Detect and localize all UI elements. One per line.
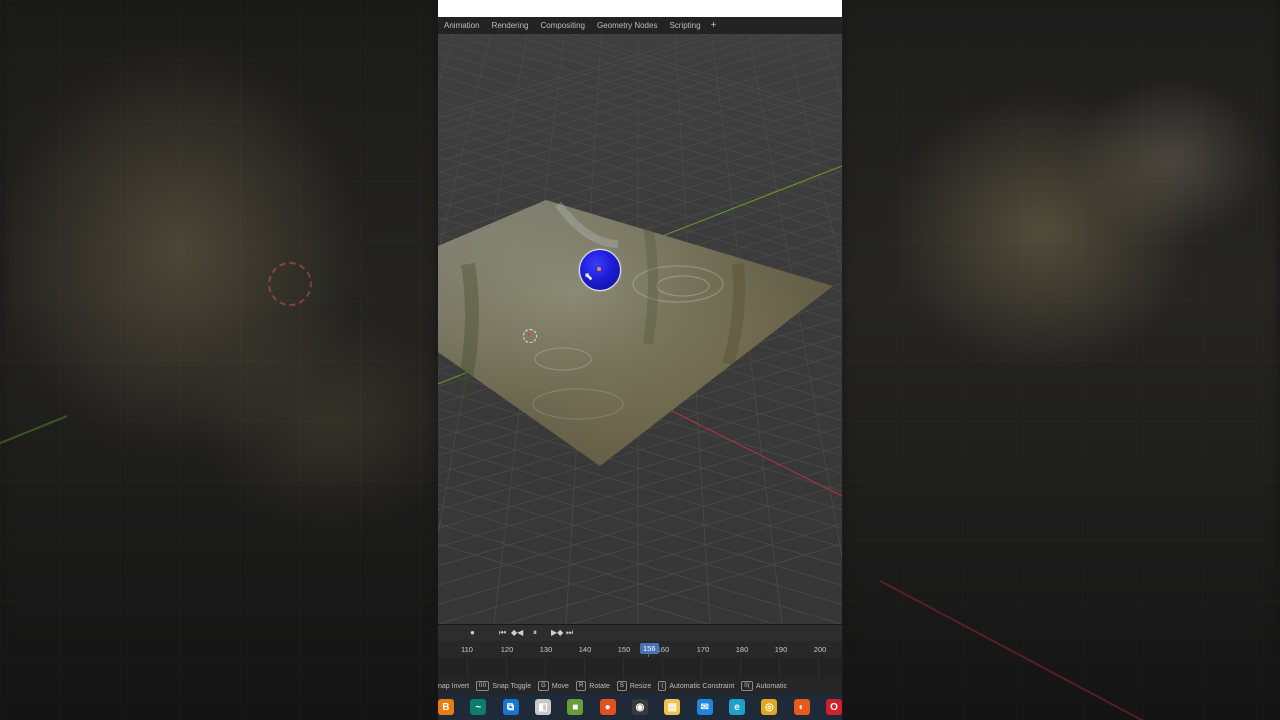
key-hint-icon: ⌷⌷ [476, 681, 490, 691]
mouse-pointer-icon: ⬉ [584, 271, 594, 283]
blurred-background-right [842, 0, 1280, 720]
background-3d-cursor-icon [268, 262, 312, 306]
status-label: nap Invert [438, 682, 470, 690]
terminal-icon[interactable]: ~ [470, 699, 487, 715]
firefox-icon[interactable]: ◐ [793, 699, 810, 715]
taskbar: B ~ ⧉ ◧ ■ ● ◉ ▤ ✉ e ◎ ◐ O [438, 694, 842, 720]
frame-tick: 160 [656, 645, 670, 654]
title-bar [438, 0, 842, 17]
background-grid [842, 0, 1280, 720]
timeline-track[interactable] [438, 657, 842, 679]
key-hint-icon: R [575, 681, 587, 691]
status-label: Automatic Constraint [669, 682, 735, 690]
jump-start-button[interactable]: ⏮ [499, 628, 506, 638]
status-label: Move [551, 682, 569, 690]
status-item: S Resize [616, 681, 652, 691]
frame-tick: 110 [461, 645, 473, 654]
explorer-icon[interactable]: ▤ [664, 699, 681, 715]
mail-icon[interactable]: ✉ [696, 699, 713, 715]
key-hint-icon: G [538, 681, 549, 691]
record-button[interactable]: ● [470, 628, 475, 638]
tab-animation[interactable]: Animation [438, 17, 486, 34]
jump-end-button[interactable]: ⏭ [566, 628, 573, 638]
status-item: ( Automatic Constraint [658, 681, 734, 691]
3d-viewport[interactable]: ⬉ [438, 34, 842, 624]
frame-tick: 180 [735, 645, 749, 654]
frame-tick: 170 [696, 645, 710, 654]
key-hint-icon: S [616, 681, 627, 691]
frame-tick: 120 [500, 645, 514, 654]
status-item: G Move [538, 681, 569, 691]
opera-icon[interactable]: O [826, 699, 842, 715]
key-hint-icon: ( [658, 681, 667, 691]
status-label: Rotate [589, 682, 610, 690]
status-item: R Rotate [575, 681, 610, 691]
blender-window: Animation Rendering Compositing Geometry… [438, 0, 842, 720]
frame-tick: 150 [617, 645, 631, 654]
key-hint-icon: ⌷( [741, 681, 753, 691]
chrome-icon[interactable]: ◎ [761, 699, 778, 715]
timeline-header: ● ⏮ ◆◀ ⏸ ▶◆ ⏭ [438, 625, 842, 641]
current-frame-indicator[interactable]: 156 [640, 643, 659, 654]
jump-keyframe-prev-button[interactable]: ◆◀ [511, 628, 523, 638]
workspace-tabs: Animation Rendering Compositing Geometry… [438, 17, 842, 35]
status-item: ⌷( Automatic [741, 681, 787, 691]
3d-cursor-icon[interactable] [523, 329, 537, 343]
tab-scripting[interactable]: Scripting [663, 17, 706, 34]
viewport-scene [438, 34, 842, 624]
background-grid [0, 0, 438, 720]
obs-icon[interactable]: ◉ [632, 699, 648, 715]
brave-icon[interactable]: ● [599, 699, 616, 715]
status-label: Resize [629, 682, 652, 690]
status-bar: nap Invert ⌷⌷ Snap Toggle G Move R Rotat… [438, 678, 842, 694]
tab-geometry-nodes[interactable]: Geometry Nodes [591, 17, 663, 34]
blurred-background-left [0, 0, 438, 720]
status-label: Snap Toggle [492, 682, 532, 690]
edge-icon[interactable]: e [729, 699, 745, 715]
status-item: nap Invert [438, 683, 469, 690]
blender-icon[interactable]: B [438, 699, 454, 715]
pause-button[interactable]: ⏸ [533, 628, 537, 638]
files-cube-icon[interactable]: ◧ [535, 699, 551, 715]
frame-tick: 190 [774, 645, 788, 654]
tab-compositing[interactable]: Compositing [535, 17, 591, 34]
minecraft-icon[interactable]: ■ [567, 699, 584, 715]
timeline-editor[interactable]: ● ⏮ ◆◀ ⏸ ▶◆ ⏭ 110 120 130 140 150 160 17… [438, 624, 842, 679]
jump-keyframe-next-button[interactable]: ▶◆ [551, 628, 563, 638]
frame-tick: 130 [539, 645, 553, 654]
status-item: ⌷⌷ Snap Toggle [476, 681, 531, 691]
object-origin-icon [597, 267, 601, 271]
vscode-icon[interactable]: ⧉ [502, 699, 519, 715]
tab-rendering[interactable]: Rendering [486, 17, 535, 34]
status-label: Automatic [755, 682, 788, 690]
frame-tick: 200 [813, 645, 827, 654]
add-workspace-button[interactable]: + [707, 20, 721, 31]
frame-tick: 140 [578, 645, 592, 654]
